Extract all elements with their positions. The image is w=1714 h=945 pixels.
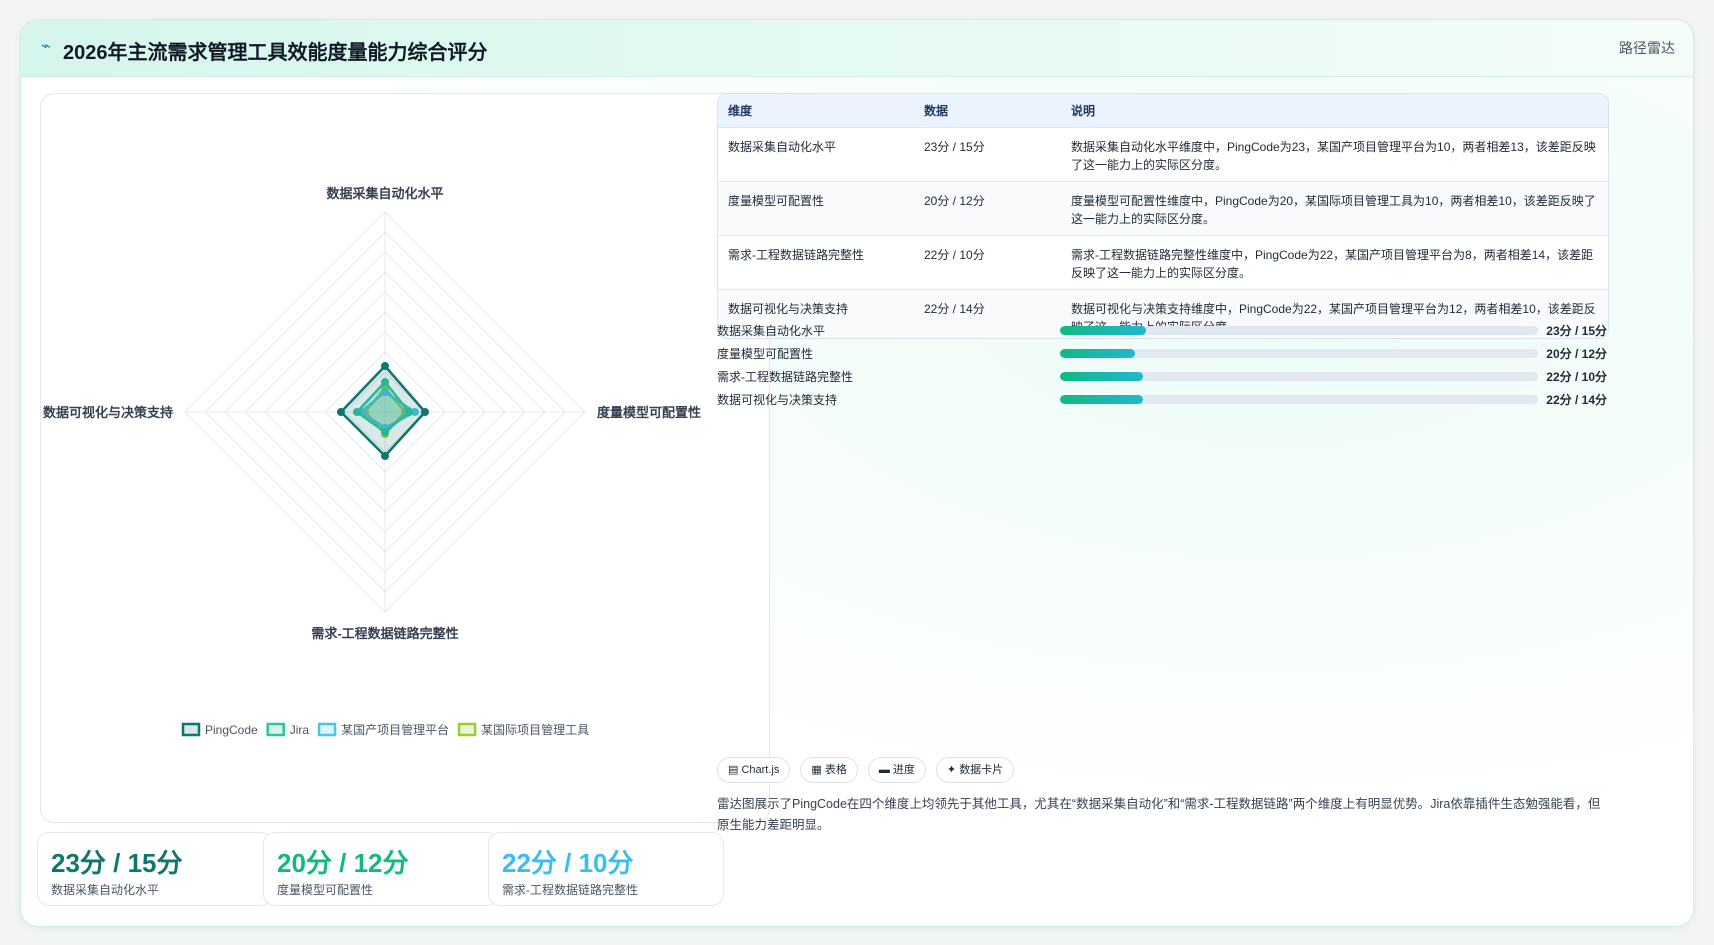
header-bar: ⌁ 2026年主流需求管理工具效能度量能力综合评分 路径雷达 xyxy=(21,20,1693,77)
chip-label: 进度 xyxy=(892,764,915,776)
progress-track xyxy=(1060,372,1538,381)
table-icon: ▦ xyxy=(811,764,822,776)
progress-track xyxy=(1060,349,1538,358)
chip-table[interactable]: ▦ 表格 xyxy=(800,757,858,783)
table-cell-data: 23分 / 15分 xyxy=(914,127,1061,182)
table-row: 数据采集自动化水平 23分 / 15分 数据采集自动化水平维度中，PingCod… xyxy=(718,127,1608,182)
progress-track xyxy=(1060,395,1538,404)
progress-row: 需求-工程数据链路完整性 22分 / 10分 xyxy=(717,366,1607,386)
progress-fill xyxy=(1060,395,1143,404)
progress-label: 需求-工程数据链路完整性 xyxy=(717,370,853,384)
table-cell-description: 数据采集自动化水平维度中，PingCode为23，某国产项目管理平台为10，两者… xyxy=(1061,127,1608,182)
table-cell-description: 度量模型可配置性维度中，PingCode为20，某国际项目管理工具为10，两者相… xyxy=(1061,181,1608,236)
progress-value: 23分 / 15分 xyxy=(1546,324,1607,338)
legend-label: 某国产项目管理平台 xyxy=(341,722,449,737)
progress-track xyxy=(1060,326,1538,335)
stat-card-2: 20分 / 12分 度量模型可配置性 xyxy=(263,832,499,906)
radar-axis-label: 度量模型可配置性 xyxy=(597,405,701,420)
table-cell-description: 需求-工程数据链路完整性维度中，PingCode为22，某国产项目管理平台为8，… xyxy=(1061,235,1608,290)
chip-data-card[interactable]: ✦ 数据卡片 xyxy=(935,757,1015,783)
chip-bar: ▤ Chart.js ▦ 表格 ▬ 进度 ✦ 数据卡片 xyxy=(717,757,1024,783)
table-cell-dimension: 数据采集自动化水平 xyxy=(718,127,914,182)
table-cell-data: 22分 / 10分 xyxy=(914,235,1061,290)
chart-icon: ▤ xyxy=(728,764,739,776)
card-icon: ✦ xyxy=(946,764,957,776)
column-header-data: 数据 xyxy=(914,94,1061,128)
column-header-description: 说明 xyxy=(1061,94,1608,128)
progress-row: 数据采集自动化水平 23分 / 15分 xyxy=(717,320,1607,340)
legend-swatch xyxy=(457,722,477,737)
page-title: 2026年主流需求管理工具效能度量能力综合评分 xyxy=(63,42,488,64)
progress-row: 度量模型可配置性 20分 / 12分 xyxy=(717,343,1607,363)
radar-chart: 数据采集自动化水平度量模型可配置性需求-工程数据链路完整性 数据可视化与决策支持 P… xyxy=(43,186,701,737)
stat-card-3: 22分 / 10分 需求-工程数据链路完整性 xyxy=(488,832,724,906)
chip-progress[interactable]: ▬ 进度 xyxy=(867,757,926,783)
summary-text: 雷达图展示了PingCode在四个维度上均领先于其他工具，尤其在“数据采集自动化… xyxy=(717,797,1601,832)
legend-swatch xyxy=(266,722,285,737)
table-cell-dimension: 度量模型可配置性 xyxy=(718,181,914,236)
progress-label: 数据可视化与决策支持 xyxy=(717,393,838,407)
radar-data-point xyxy=(337,408,345,416)
stat-label: 需求-工程数据链路完整性 xyxy=(502,883,638,897)
legend-label: Jira xyxy=(290,723,310,737)
legend-label: 某国际项目管理工具 xyxy=(481,722,589,737)
stat-value: 22分 / 10分 xyxy=(502,848,634,878)
radar-axis-label: 数据采集自动化水平 xyxy=(326,186,443,201)
radar-data-point xyxy=(381,452,389,460)
header-tag: 路径雷达 xyxy=(1619,40,1675,56)
progress-fill xyxy=(1060,372,1143,381)
table-cell-data: 20分 / 12分 xyxy=(914,181,1061,236)
legend-label: PingCode xyxy=(205,723,258,737)
progress-value: 22分 / 10分 xyxy=(1546,370,1607,384)
column-header-dimension: 维度 xyxy=(718,94,914,128)
legend-swatch xyxy=(181,722,201,737)
dashboard-card: ⌁ 2026年主流需求管理工具效能度量能力综合评分 路径雷达 数据采集自动化水平… xyxy=(20,19,1694,927)
progress-fill xyxy=(1060,326,1147,335)
progress-value: 22分 / 14分 xyxy=(1546,393,1607,407)
chip-label: 表格 xyxy=(824,764,847,776)
legend-swatch xyxy=(317,722,337,737)
table-row: 需求-工程数据链路完整性 22分 / 10分 需求-工程数据链路完整性维度中，P… xyxy=(718,235,1608,290)
radar-chart-panel: 数据采集自动化水平度量模型可配置性需求-工程数据链路完整性 数据可视化与决策支持 P… xyxy=(40,93,770,823)
data-table: 维度 数据 说明 数据采集自动化水平 23分 / 15分 数据采集自动化水平维度… xyxy=(717,93,1609,339)
progress-label: 度量模型可配置性 xyxy=(717,347,814,361)
table-cell-dimension: 需求-工程数据链路完整性 xyxy=(718,235,914,290)
table-row: 度量模型可配置性 20分 / 12分 度量模型可配置性维度中，PingCode为… xyxy=(718,181,1608,236)
radar-axis-label: 需求-工程数据链路完整性 xyxy=(311,626,458,641)
stat-value: 20分 / 12分 xyxy=(277,848,409,878)
chip-label: 数据卡片 xyxy=(959,764,1004,776)
stat-value: 23分 / 15分 xyxy=(51,848,183,878)
chip-chartjs[interactable]: ▤ Chart.js xyxy=(717,757,791,783)
progress-value: 20分 / 12分 xyxy=(1546,347,1607,361)
stat-label: 数据采集自动化水平 xyxy=(51,883,160,897)
chip-label: Chart.js xyxy=(741,764,780,776)
radar-icon: ⌁ xyxy=(41,38,51,55)
progress-label: 数据采集自动化水平 xyxy=(717,324,826,338)
progress-fill xyxy=(1060,349,1136,358)
radar-axis-label: 数据可视化与决策支持 xyxy=(43,405,173,420)
stat-label: 度量模型可配置性 xyxy=(277,883,374,897)
progress-row: 数据可视化与决策支持 22分 / 14分 xyxy=(717,389,1607,409)
progress-icon: ▬ xyxy=(878,764,890,776)
stat-card-1: 23分 / 15分 数据采集自动化水平 xyxy=(37,832,273,906)
radar-data-point xyxy=(381,362,389,370)
radar-data-point xyxy=(421,408,429,416)
